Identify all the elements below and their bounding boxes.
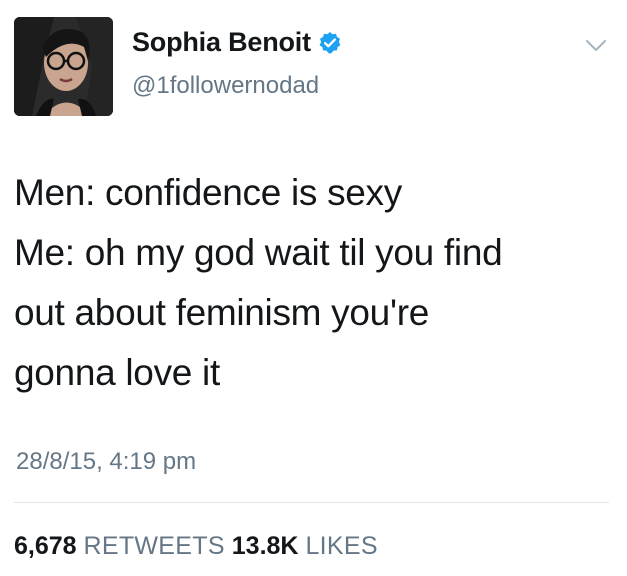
engagement-stats: 6,678 RETWEETS 13.8K LIKES xyxy=(14,532,378,561)
tweet-line: Me: oh my god wait til you find xyxy=(14,232,503,273)
likes-label: LIKES xyxy=(305,532,378,560)
likes-count: 13.8K xyxy=(231,532,299,560)
retweets-count: 6,678 xyxy=(14,532,77,560)
display-name-text[interactable]: Sophia Benoit xyxy=(132,27,311,58)
verified-badge-icon xyxy=(318,31,342,55)
likes-stat[interactable]: 13.8K LIKES xyxy=(232,532,378,560)
chevron-down-icon[interactable] xyxy=(584,38,608,54)
tweet-timestamp[interactable]: 28/8/15, 4:19 pm xyxy=(16,448,196,476)
tweet-line: out about feminism you're xyxy=(14,292,430,333)
tweet-line: gonna love it xyxy=(14,352,220,393)
user-handle[interactable]: @1followernodad xyxy=(132,72,319,100)
retweets-stat[interactable]: 6,678 RETWEETS xyxy=(14,532,232,560)
retweets-label: RETWEETS xyxy=(83,532,225,560)
tweet-line: Men: confidence is sexy xyxy=(14,172,402,213)
tweet-text: Men: confidence is sexy Me: oh my god wa… xyxy=(14,163,614,403)
divider xyxy=(14,502,609,503)
display-name[interactable]: Sophia Benoit xyxy=(132,27,342,58)
avatar[interactable] xyxy=(14,17,113,116)
profile-photo xyxy=(14,17,113,116)
